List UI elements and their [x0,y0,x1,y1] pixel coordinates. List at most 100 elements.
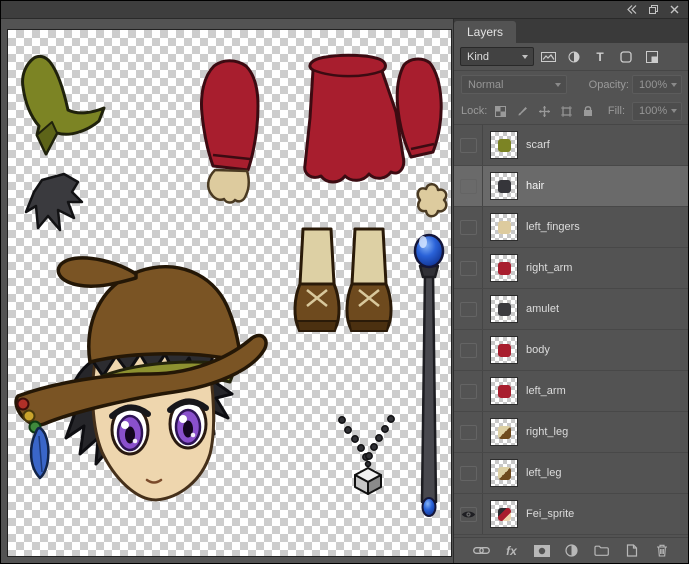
layer-row-right_arm[interactable]: right_arm [454,248,689,289]
layer-name: hair [526,180,544,192]
layer-name: right_leg [526,426,568,438]
layer-style-icon[interactable]: fx [503,542,521,560]
visibility-toggle[interactable] [454,289,483,329]
new-adjustment-layer-icon[interactable] [563,542,581,560]
layer-thumbnail[interactable] [490,418,518,446]
blend-mode-dropdown[interactable]: Normal [461,75,567,94]
filter-type-layers-icon[interactable]: T [588,47,612,67]
layer-row-body[interactable]: body [454,330,689,371]
new-group-icon[interactable] [593,542,611,560]
delete-layer-icon[interactable] [653,542,671,560]
fill-label: Fill: [608,105,625,117]
filter-shape-layers-icon[interactable] [614,47,638,67]
tab-layers[interactable]: Layers [454,21,516,43]
layer-thumbnail-preview [498,426,511,439]
layer-thumbnail[interactable] [490,377,518,405]
filter-kind-dropdown[interactable]: Kind [460,47,534,66]
filter-adjustment-layers-icon[interactable] [562,47,586,67]
visibility-toggle[interactable] [454,207,483,247]
visibility-toggle[interactable] [454,330,483,370]
sprite-right-arm [397,59,441,157]
chevron-down-icon [555,83,561,87]
add-layer-mask-icon[interactable] [533,542,551,560]
lock-row: Lock: Fill: 100% [454,98,689,125]
layer-thumbnail[interactable] [490,131,518,159]
layer-thumbnail[interactable] [490,459,518,487]
sprite-right-leg [295,229,339,331]
visibility-toggle[interactable] [454,371,483,411]
layer-thumbnail[interactable] [490,213,518,241]
layer-row-left_fingers[interactable]: left_fingers [454,207,689,248]
chevron-down-icon [671,109,677,113]
layer-thumbnail[interactable] [490,172,518,200]
canvas[interactable] [7,29,452,557]
visibility-box [460,425,477,440]
layer-thumbnail-preview [498,385,511,398]
visibility-toggle[interactable] [454,453,483,493]
lock-pixels-brush-icon[interactable] [513,103,531,120]
visibility-toggle[interactable] [454,125,483,165]
layer-thumbnail[interactable] [490,336,518,364]
visibility-toggle[interactable] [454,248,483,288]
sprite-body [305,55,404,182]
chevron-down-icon [522,55,528,59]
visibility-box [460,384,477,399]
layer-thumbnail-preview [498,221,511,234]
sprite-staff [415,235,443,516]
layer-list: scarf hair [454,125,689,537]
visibility-toggle[interactable] [454,412,483,452]
layer-name: Fei_sprite [526,508,574,520]
layer-name: left_arm [526,385,566,397]
lock-position-move-icon[interactable] [535,103,553,120]
layer-thumbnail-preview [498,467,511,480]
collapse-panels-icon[interactable] [626,4,638,16]
link-layers-icon[interactable] [473,542,491,560]
filter-pixel-layers-icon[interactable] [536,47,560,67]
sprite-hair-piece [26,174,82,230]
fill-value: 100% [639,105,667,117]
layer-name: amulet [526,303,559,315]
layer-row-scarf[interactable]: scarf [454,125,689,166]
layers-panel: Layers Kind T Normal [453,19,689,563]
lock-artboard-icon[interactable] [557,103,575,120]
visibility-box [460,179,477,194]
character-left-eye [112,406,148,454]
layer-name: body [526,344,550,356]
layer-thumbnail[interactable] [490,500,518,528]
filter-smart-object-icon[interactable] [640,47,664,67]
layer-thumbnail[interactable] [490,295,518,323]
layer-thumbnail-preview [498,180,511,193]
sprite-left-fingers [418,184,446,216]
layer-name: left_fingers [526,221,580,233]
opacity-label: Opacity: [589,79,629,91]
layer-thumbnail-preview [498,139,511,152]
visibility-box [460,138,477,153]
layer-thumbnail[interactable] [490,254,518,282]
lock-all-icon[interactable] [579,103,597,120]
layer-thumbnail-preview [498,344,511,357]
layer-thumbnail-preview [498,303,511,316]
visibility-box [460,220,477,235]
layer-row-Fei_sprite[interactable]: Fei_sprite [454,494,689,535]
restore-panel-icon[interactable] [647,4,659,16]
chevron-down-icon [671,83,677,87]
layer-row-amulet[interactable]: amulet [454,289,689,330]
lock-label: Lock: [461,105,487,117]
layer-row-left_leg[interactable]: left_leg [454,453,689,494]
lock-transparency-icon[interactable] [491,103,509,120]
fill-dropdown[interactable]: 100% [632,102,682,121]
close-icon[interactable] [668,4,680,16]
visibility-box [460,466,477,481]
new-layer-icon[interactable] [623,542,641,560]
layer-name: left_leg [526,467,561,479]
filter-kind-label: Kind [467,51,489,63]
sprite-amulet [339,416,394,494]
layer-row-hair[interactable]: hair [454,166,689,207]
visibility-toggle[interactable] [454,494,483,534]
sprite-scarf [23,56,104,154]
visibility-toggle[interactable] [454,166,483,206]
layers-bottom-toolbar: fx [454,537,689,563]
opacity-dropdown[interactable]: 100% [632,75,682,94]
layer-row-right_leg[interactable]: right_leg [454,412,689,453]
layer-row-left_arm[interactable]: left_arm [454,371,689,412]
